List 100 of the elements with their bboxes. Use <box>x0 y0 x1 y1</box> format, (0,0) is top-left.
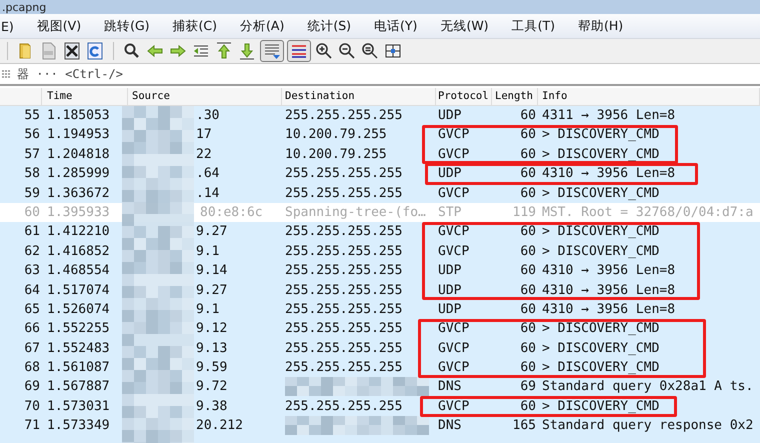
table-cell-text: 1.526074 <box>46 300 111 319</box>
table-cell-text: 1.552483 <box>46 340 111 358</box>
autoscroll-icon[interactable] <box>260 40 284 62</box>
column-header[interactable]: Destination <box>282 88 436 105</box>
bookmark-icon[interactable] <box>1 69 11 79</box>
table-cell-text: GVCP <box>437 359 470 378</box>
menu-item[interactable]: 无线(W) <box>427 18 499 34</box>
table-cell-text: 165 <box>512 417 537 436</box>
table-cell-text: 60 <box>519 223 537 242</box>
table-cell-text: 1.416852 <box>46 242 111 261</box>
table-cell-text: 1.517074 <box>46 282 111 300</box>
table-cell-text: 66 <box>23 320 41 338</box>
table-cell-text: 60 <box>519 107 537 125</box>
table-cell-text: UDP <box>437 165 462 184</box>
table-cell-text: 255.255.255.255 <box>284 242 404 261</box>
table-cell-text: 60 <box>519 242 537 261</box>
table-cell-text: GVCP <box>437 340 470 358</box>
table-cell-text: UDP <box>437 300 462 319</box>
table-cell-text: 60 <box>519 282 537 300</box>
table-cell-text: 9.1 <box>195 300 220 319</box>
menu-item[interactable]: 电话(Y) <box>361 18 428 34</box>
table-cell-text: 67 <box>23 340 41 358</box>
table-cell-text: 4311 → 3956 Len=8 <box>541 107 676 125</box>
column-header[interactable]: Info <box>538 88 760 105</box>
table-cell-text: Standard query response 0x2 <box>541 417 754 436</box>
table-cell-text: 58 <box>23 165 41 184</box>
table-cell-text: 9.72 <box>195 378 228 396</box>
table-cell-text: 65 <box>23 300 41 319</box>
table-cell-text: > DISCOVERY_CMD <box>541 146 660 164</box>
table-cell-text: GVCP <box>437 398 470 416</box>
table-cell-text: 57 <box>23 146 41 164</box>
menu-item[interactable]: 统计(S) <box>294 18 362 34</box>
table-cell-text: 255.255.255.255 <box>284 165 404 184</box>
table-cell-text: 60 <box>519 359 537 378</box>
table-cell-text: 4310 → 3956 Len=8 <box>541 282 676 300</box>
table-cell-text: UDP <box>437 282 462 300</box>
table-cell-text: 255.255.255.255 <box>284 398 404 416</box>
reload-icon[interactable] <box>85 40 105 62</box>
table-cell-text: 60 <box>519 184 537 203</box>
table-cell-text: 55 <box>23 107 41 125</box>
table-cell-text: 1.552255 <box>46 320 111 338</box>
table-cell-text: GVCP <box>437 223 470 242</box>
table-cell-text: 9.27 <box>195 223 228 242</box>
table-cell-text: 9.59 <box>195 359 228 378</box>
table-cell-text: 255.255.255.255 <box>284 223 404 242</box>
menu-item[interactable]: 捕获(C) <box>160 18 228 34</box>
table-cell-text: .30 <box>195 107 220 125</box>
table-cell-text: 56 <box>23 126 41 144</box>
menu-item[interactable]: 跳转(G) <box>91 18 160 34</box>
table-cell-text: 1.363672 <box>46 184 111 203</box>
table-cell-text: Spanning-tree-(fo… <box>284 204 427 222</box>
table-cell-text: 255.255.255.255 <box>284 340 404 358</box>
menu-item[interactable]: 帮助(H) <box>564 18 634 34</box>
column-header[interactable]: Length <box>492 88 538 105</box>
table-cell-text: > DISCOVERY_CMD <box>541 398 660 416</box>
table-cell-text: GVCP <box>437 184 470 203</box>
column-header[interactable]: Source <box>128 88 282 105</box>
table-cell-text: 70 <box>23 398 41 416</box>
table-cell-text: 61 <box>23 223 41 242</box>
table-cell-text: 63 <box>23 262 41 280</box>
table-cell-text: > DISCOVERY_CMD <box>541 242 660 261</box>
table-cell-text: 9.27 <box>195 282 228 300</box>
table-cell-text: > DISCOVERY_CMD <box>541 184 660 203</box>
column-header[interactable]: Protocol <box>436 88 492 105</box>
table-cell-text: 60 <box>519 146 537 164</box>
table-cell-text: STP <box>437 204 462 222</box>
menu-item[interactable]: 工具(T) <box>498 18 565 34</box>
table-cell-text: 17 <box>195 126 213 144</box>
table-cell-text: 9.12 <box>195 320 228 338</box>
table-cell-text: GVCP <box>437 320 470 338</box>
colored-lines-icon[interactable] <box>287 40 311 62</box>
table-cell-text: 1.567887 <box>46 378 111 396</box>
table-cell-text: 71 <box>23 417 41 436</box>
table-cell-text: 60 <box>519 165 537 184</box>
table-cell-text: 62 <box>23 242 41 261</box>
menu-item[interactable]: 视图(V) <box>24 18 92 34</box>
table-cell-text: 9.1 <box>195 242 220 261</box>
table-cell-text: 60 <box>519 398 537 416</box>
menu-item[interactable]: E) <box>0 18 24 34</box>
table-cell-text: 68 <box>23 359 41 378</box>
table-cell-text: 1.561087 <box>46 359 111 378</box>
column-header[interactable]: Time <box>42 88 128 105</box>
table-cell-text: MST. Root = 32768/0/04:d7:a <box>541 204 754 222</box>
table-cell-text: 255.255.255.255 <box>284 107 404 125</box>
table-cell-text: UDP <box>437 107 462 125</box>
table-cell-text: GVCP <box>437 126 470 144</box>
table-cell-text: > DISCOVERY_CMD <box>541 359 660 378</box>
table-cell-text: DNS <box>437 378 462 396</box>
table-cell-text: 255.255.255.255 <box>284 359 404 378</box>
table-cell-text: 4310 → 3956 Len=8 <box>541 300 676 319</box>
table-cell-text: 60 <box>519 340 537 358</box>
close-file-icon[interactable] <box>62 40 82 62</box>
menu-item[interactable]: 分析(A) <box>227 18 294 34</box>
table-cell-text: 60 <box>519 262 537 280</box>
table-cell-text: 119 <box>512 204 537 222</box>
table-cell-text: 69 <box>23 378 41 396</box>
table-cell-text: 60 <box>519 126 537 144</box>
table-cell-text: 1.204818 <box>46 146 111 164</box>
table-cell-text: GVCP <box>437 242 470 261</box>
table-cell-text: 255.255.255.255 <box>284 282 404 300</box>
